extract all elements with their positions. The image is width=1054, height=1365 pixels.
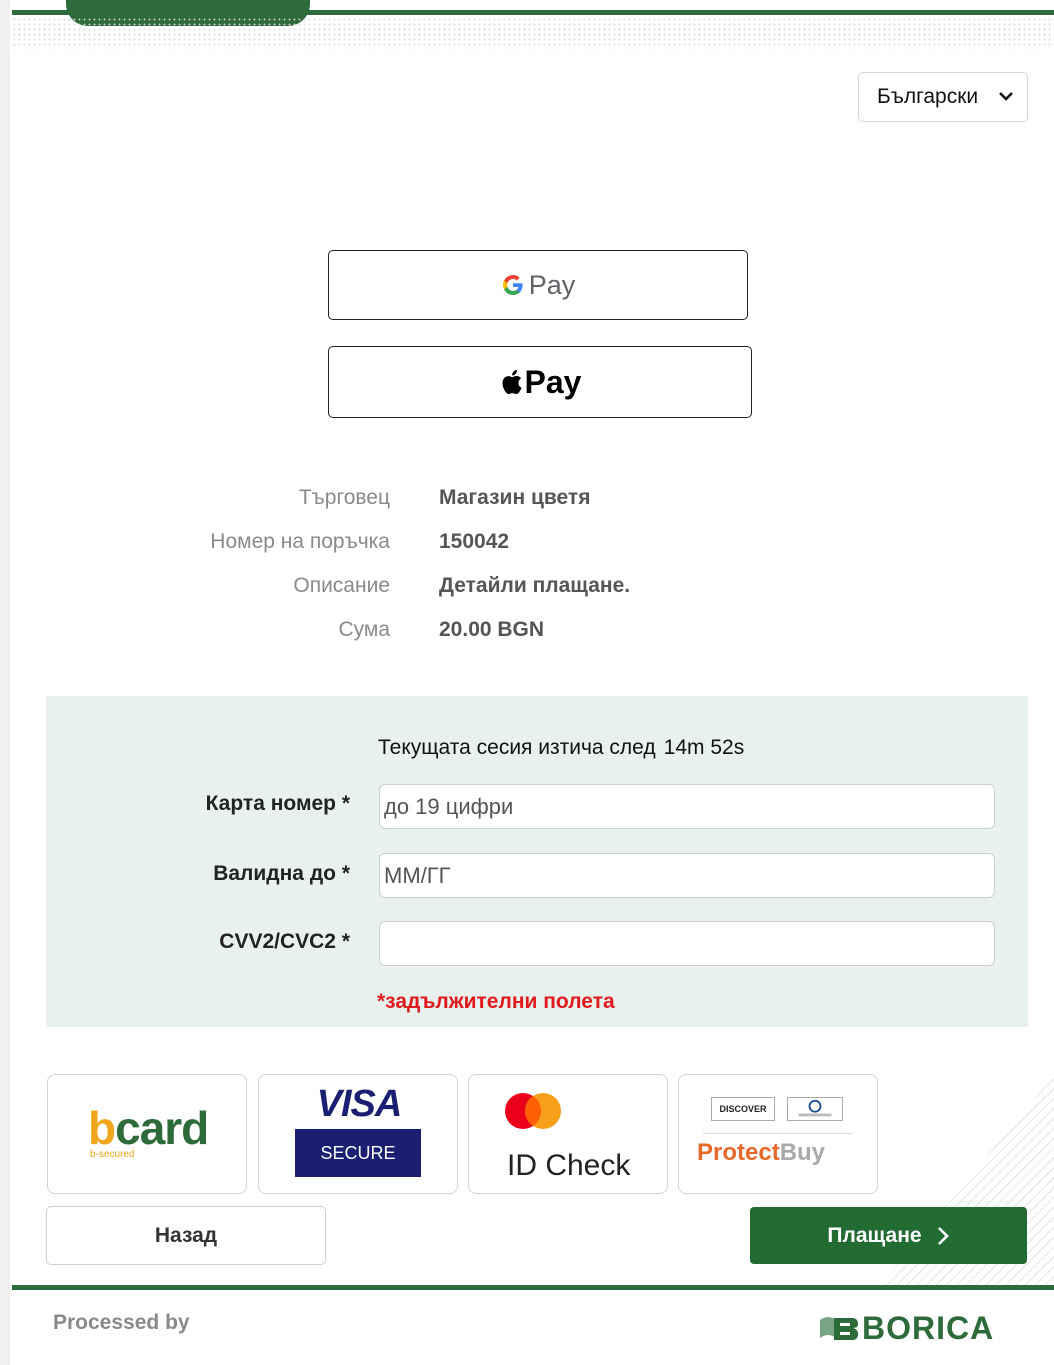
merchant-value: Магазин цветя xyxy=(439,486,591,509)
back-button[interactable]: Назад xyxy=(46,1206,326,1265)
mastercard-logo-icon xyxy=(505,1093,561,1129)
session-countdown: 14m 52s xyxy=(663,736,745,759)
pay-button-label: Плащане xyxy=(827,1223,922,1247)
left-edge xyxy=(0,0,10,1365)
amount-row: Сума 20.00 BGN xyxy=(0,618,1054,648)
bcard-subtitle: b-secured xyxy=(90,1149,135,1160)
borica-wordmark: BORICA xyxy=(862,1309,995,1346)
id-check-label: ID Check xyxy=(507,1149,631,1182)
protectbuy-divider xyxy=(703,1133,853,1134)
diners-club-logo-icon xyxy=(787,1097,843,1121)
bcard-badge: bcard b-secured xyxy=(47,1074,247,1194)
order-number-row: Номер на поръчка 150042 xyxy=(0,530,1054,560)
apple-icon xyxy=(502,370,522,395)
chevron-down-icon xyxy=(999,92,1013,101)
visa-secure-label: SECURE xyxy=(295,1129,421,1177)
language-select-value: Български xyxy=(877,85,979,108)
card-number-input[interactable] xyxy=(379,784,995,829)
expiry-input[interactable] xyxy=(379,853,995,898)
google-pay-label: Pay xyxy=(528,269,576,300)
amount-value: 20.00 BGN xyxy=(439,618,545,641)
cvv-input[interactable] xyxy=(379,921,995,966)
description-value: Детайли плащане. xyxy=(439,574,631,597)
dotted-band xyxy=(12,17,1054,49)
cvv-label: CVV2/CVC2 * xyxy=(219,930,350,953)
chevron-right-icon xyxy=(937,1226,949,1245)
bcard-logo: bcard xyxy=(88,1102,209,1154)
merchant-row: Търговец Магазин цветя xyxy=(0,486,1054,516)
protectbuy-badge: DISCOVER ProtectBuy xyxy=(678,1074,878,1194)
description-label: Описание xyxy=(293,574,390,597)
protectbuy-logo: ProtectBuy xyxy=(697,1139,826,1166)
apple-pay-button[interactable]: Pay xyxy=(328,346,752,418)
payment-page: Български Pay Pay Търговец Магазин цветя… xyxy=(0,0,1054,1365)
required-fields-note: *задължителни полета xyxy=(377,990,615,1013)
card-number-label: Карта номер * xyxy=(205,792,350,815)
pay-button[interactable]: Плащане xyxy=(750,1207,1027,1264)
description-row: Описание Детайли плащане. xyxy=(0,574,1054,604)
google-g-icon xyxy=(502,275,523,295)
apple-pay-label: Pay xyxy=(524,363,582,400)
session-text: Текущата сесия изтича след xyxy=(378,736,656,759)
merchant-label: Търговец xyxy=(298,486,390,509)
processed-by-label: Processed by xyxy=(53,1311,190,1334)
borica-logo: BORICA xyxy=(818,1308,994,1348)
discover-logo: DISCOVER xyxy=(711,1097,775,1121)
bottom-border xyxy=(12,1285,1054,1290)
amount-label: Сума xyxy=(338,618,390,641)
language-select[interactable]: Български xyxy=(858,72,1028,122)
borica-emblem-icon xyxy=(820,1317,858,1340)
visa-secure-badge: VISA SECURE xyxy=(258,1074,458,1194)
order-number-label: Номер на поръчка xyxy=(210,530,390,553)
google-pay-button[interactable]: Pay xyxy=(328,250,748,320)
order-number-value: 150042 xyxy=(439,530,510,553)
visa-logo: VISA xyxy=(316,1083,403,1125)
session-timer: Текущата сесия изтича след 14m 52s xyxy=(378,736,744,760)
mastercard-id-check-badge: ID Check xyxy=(468,1074,668,1194)
expiry-label: Валидна до * xyxy=(213,862,350,885)
